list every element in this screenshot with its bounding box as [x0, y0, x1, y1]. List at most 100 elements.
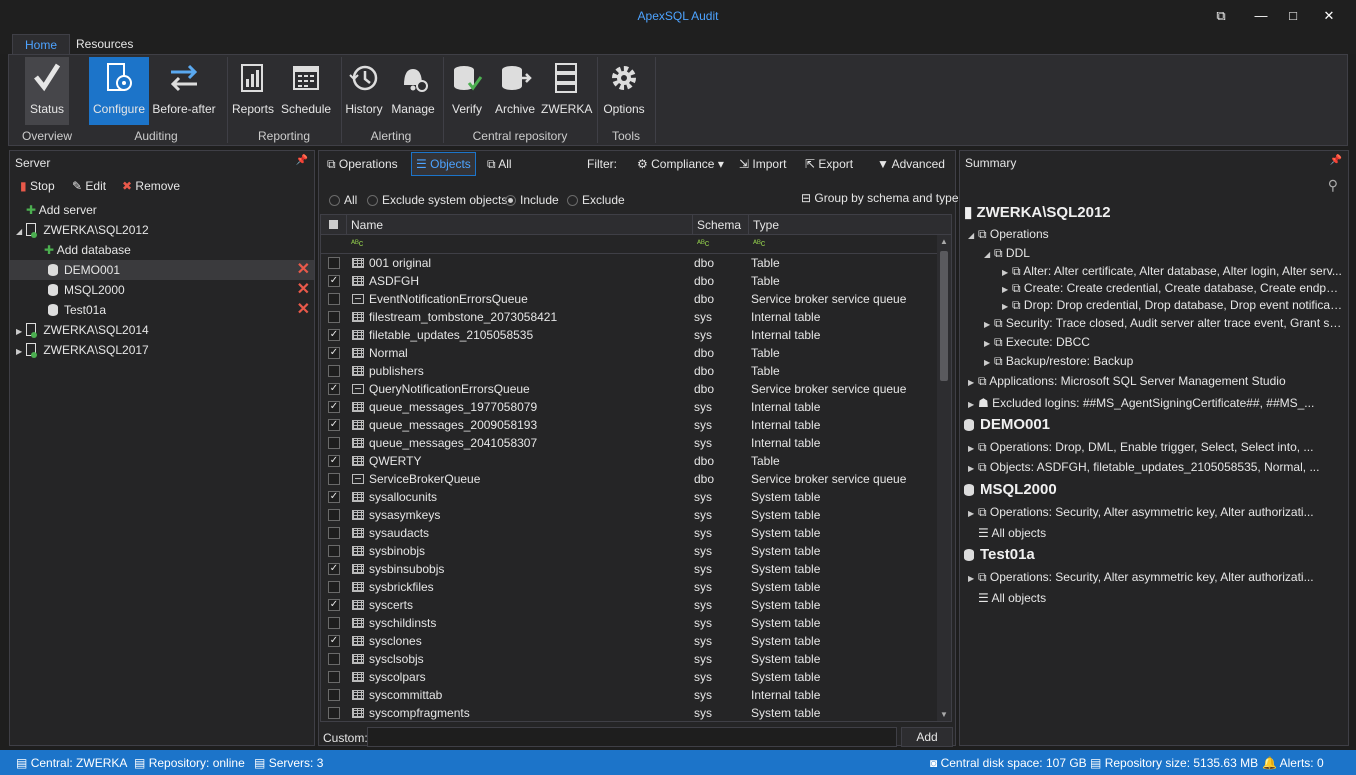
summary-database-msql2000[interactable]: MSQL2000: [964, 480, 1344, 500]
verify-button[interactable]: Verify: [447, 57, 487, 125]
table-row[interactable]: ✓ Normal dbo Table: [321, 344, 937, 362]
table-row[interactable]: ✓ filetable_updates_2105058535 sys Internal…: [321, 326, 937, 344]
radio-exclude[interactable]: Exclude: [567, 193, 625, 207]
all-view-button[interactable]: ⧉ All: [487, 157, 512, 172]
restore-layout-icon[interactable]: ⧉: [1210, 7, 1232, 25]
pin-icon[interactable]: 📌: [296, 155, 308, 166]
custom-input[interactable]: [367, 727, 897, 747]
tree-server-sql2012[interactable]: ◢ ZWERKA\SQL2012: [16, 220, 314, 240]
tab-home[interactable]: Home: [12, 34, 71, 54]
row-checkbox[interactable]: ✓: [328, 401, 340, 413]
close-button[interactable]: ✕: [1318, 7, 1340, 25]
column-header-name[interactable]: Name: [347, 215, 693, 235]
table-row[interactable]: sysclsobjs sys System table: [321, 650, 937, 668]
select-all-checkbox[interactable]: [321, 215, 347, 235]
row-checkbox[interactable]: [328, 293, 340, 305]
radio-all[interactable]: All: [329, 193, 357, 207]
configure-button[interactable]: Configure: [89, 57, 149, 125]
status-alerts[interactable]: 🔔 Alerts: 0: [1262, 756, 1324, 770]
objects-view-button[interactable]: ☰ Objects: [411, 152, 476, 176]
column-header-type[interactable]: Type: [749, 215, 951, 235]
options-button[interactable]: Options: [601, 57, 647, 125]
tree-database-test01a[interactable]: Test01a ✕: [10, 300, 314, 320]
summary-test01a-all-objects[interactable]: ☰ All objects: [978, 589, 1344, 607]
row-checkbox[interactable]: ✓: [328, 329, 340, 341]
text-filter-icon[interactable]: ᴬᴮc: [753, 238, 765, 248]
summary-applications[interactable]: ▶ ⧉ Applications: Microsoft SQL Server Ma…: [968, 372, 1344, 390]
summary-database-test01a[interactable]: Test01a: [964, 545, 1344, 565]
table-row[interactable]: EventNotificationErrorsQueue dbo Service b…: [321, 290, 937, 308]
summary-server-sql2012[interactable]: ▮ ZWERKA\SQL2012: [964, 203, 1344, 223]
summary-msql2000-all-objects[interactable]: ☰ All objects: [978, 524, 1344, 542]
zwerka-button[interactable]: ZWERKA: [541, 57, 592, 125]
row-checkbox[interactable]: [328, 311, 340, 323]
compliance-dropdown[interactable]: ⚙ Compliance ▾: [637, 157, 724, 171]
radio-include[interactable]: Include: [505, 193, 559, 207]
summary-backup-restore[interactable]: ▶ ⧉ Backup/restore: Backup: [984, 352, 1344, 370]
table-row[interactable]: ✓ sysbinsubobjs sys System table: [321, 560, 937, 578]
table-row[interactable]: sysbrickfiles sys System table: [321, 578, 937, 596]
row-checkbox[interactable]: [328, 545, 340, 557]
row-checkbox[interactable]: [328, 473, 340, 485]
tab-resources[interactable]: Resources: [64, 34, 145, 54]
row-checkbox[interactable]: [328, 365, 340, 377]
remove-database-icon[interactable]: ✕: [297, 282, 310, 298]
remove-button[interactable]: ✖ Remove: [122, 179, 180, 193]
archive-button[interactable]: Archive: [493, 57, 537, 125]
summary-operations[interactable]: ◢ ⧉ Operations: [968, 225, 1344, 243]
table-row[interactable]: filestream_tombstone_2073058421 sys Intern…: [321, 308, 937, 326]
row-checkbox[interactable]: [328, 581, 340, 593]
scroll-up-icon[interactable]: ▲: [940, 237, 948, 246]
radio-exclude-system[interactable]: Exclude system objects: [367, 193, 507, 207]
import-button[interactable]: ⇲ Import: [739, 157, 786, 171]
table-row[interactable]: ✓ ASDFGH dbo Table: [321, 272, 937, 290]
table-row[interactable]: syschildinsts sys System table: [321, 614, 937, 632]
row-checkbox[interactable]: ✓: [328, 635, 340, 647]
row-checkbox[interactable]: [328, 527, 340, 539]
table-row[interactable]: 001 original dbo Table: [321, 254, 937, 272]
scroll-down-icon[interactable]: ▼: [940, 710, 948, 719]
row-checkbox[interactable]: ✓: [328, 383, 340, 395]
row-checkbox[interactable]: ✓: [328, 419, 340, 431]
export-button[interactable]: ⇱ Export: [805, 157, 853, 171]
operations-view-button[interactable]: ⧉ Operations: [327, 157, 398, 172]
summary-demo001-objects[interactable]: ▶ ⧉ Objects: ASDFGH, filetable_updates_21…: [968, 458, 1344, 476]
row-checkbox[interactable]: [328, 509, 340, 521]
summary-database-demo001[interactable]: DEMO001: [964, 415, 1344, 435]
summary-ddl[interactable]: ◢ ⧉ DDL: [984, 244, 1344, 262]
remove-database-icon[interactable]: ✕: [297, 302, 310, 318]
advanced-filter-button[interactable]: ▼ Advanced: [877, 157, 945, 171]
summary-demo001-operations[interactable]: ▶ ⧉ Operations: Drop, DML, Enable trigger…: [968, 438, 1344, 456]
row-checkbox[interactable]: [328, 617, 340, 629]
vertical-scrollbar[interactable]: ▲ ▼: [937, 235, 951, 721]
tree-database-demo001[interactable]: DEMO001 ✕: [10, 260, 314, 280]
table-row[interactable]: syscolpars sys System table: [321, 668, 937, 686]
stop-button[interactable]: ▮ Stop: [20, 179, 55, 193]
summary-alter[interactable]: ▶ ⧉ Alter: Alter certificate, Alter datab…: [1002, 262, 1344, 280]
tree-add-server[interactable]: ✚ Add server: [26, 200, 314, 220]
pin-icon[interactable]: 📌: [1330, 155, 1342, 166]
tree-database-msql2000[interactable]: MSQL2000 ✕: [10, 280, 314, 300]
row-checkbox[interactable]: [328, 707, 340, 719]
summary-security[interactable]: ▶ ⧉ Security: Trace closed, Audit server …: [984, 314, 1344, 332]
row-checkbox[interactable]: ✓: [328, 491, 340, 503]
history-button[interactable]: History: [343, 57, 385, 125]
table-row[interactable]: ServiceBrokerQueue dbo Service broker serv…: [321, 470, 937, 488]
row-checkbox[interactable]: ✓: [328, 563, 340, 575]
row-checkbox[interactable]: [328, 437, 340, 449]
table-row[interactable]: syscompfragments sys System table: [321, 704, 937, 722]
summary-excluded-logins[interactable]: ▶ ☗ Excluded logins: ##MS_AgentSigningCer…: [968, 394, 1344, 412]
text-filter-icon[interactable]: ᴬᴮc: [697, 238, 709, 248]
table-row[interactable]: ✓ queue_messages_2009058193 sys Internal ta…: [321, 416, 937, 434]
schedule-button[interactable]: Schedule: [281, 57, 331, 125]
table-row[interactable]: ✓ sysallocunits sys System table: [321, 488, 937, 506]
remove-database-icon[interactable]: ✕: [297, 262, 310, 278]
reports-button[interactable]: Reports: [231, 57, 275, 125]
row-checkbox[interactable]: [328, 653, 340, 665]
table-row[interactable]: syscommittab sys Internal table: [321, 686, 937, 704]
row-checkbox[interactable]: [328, 671, 340, 683]
search-icon[interactable]: ⚲: [1328, 177, 1338, 194]
summary-create[interactable]: ▶ ⧉ Create: Create credential, Create dat…: [1002, 279, 1344, 297]
before-after-button[interactable]: Before-after: [151, 57, 217, 125]
tree-add-database[interactable]: ✚ Add database: [44, 240, 314, 260]
